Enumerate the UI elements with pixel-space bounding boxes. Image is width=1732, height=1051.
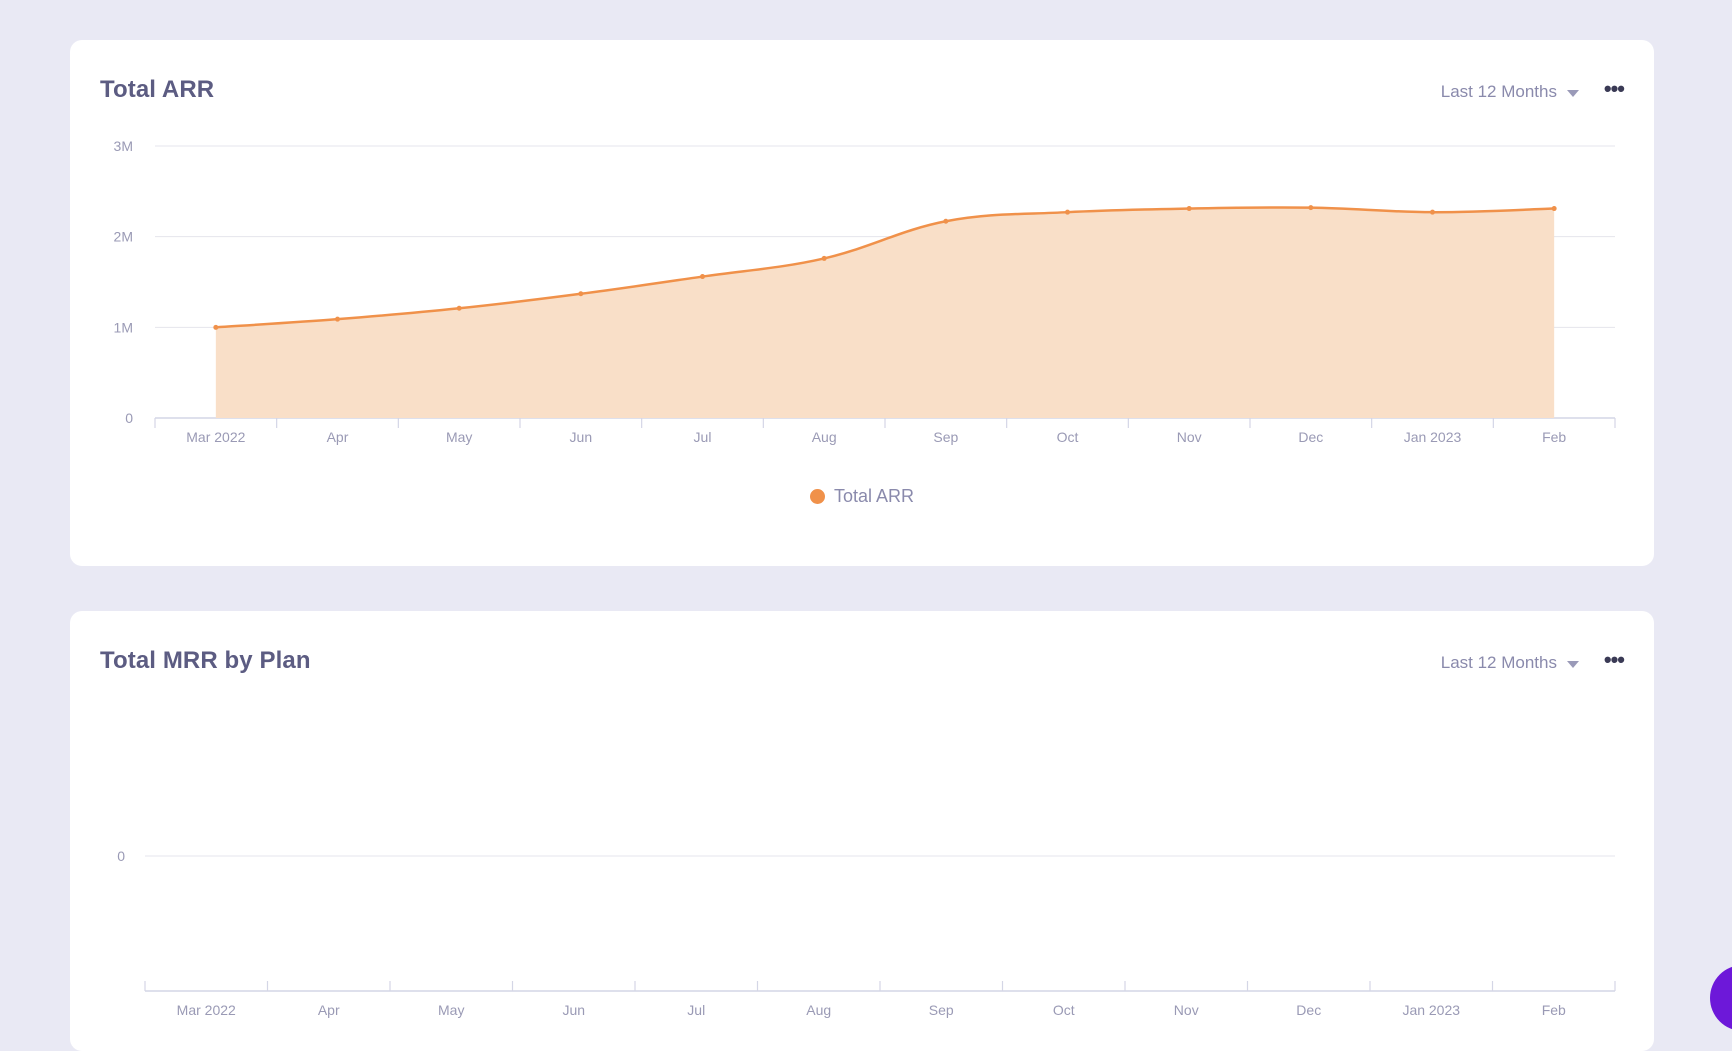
x-tick-label: May	[446, 429, 472, 445]
x-tick-label: Apr	[327, 429, 349, 445]
x-tick-label: Feb	[1542, 429, 1566, 445]
data-point	[1186, 206, 1192, 212]
x-tick-label: Aug	[812, 429, 837, 445]
legend-label-total-arr: Total ARR	[833, 486, 915, 506]
data-point	[1551, 206, 1557, 212]
y-tick-label: 3M	[114, 138, 133, 154]
total-arr-card: Total ARR Last 12 Months ••• 0 1M 2M 3M Mar …	[70, 40, 1654, 566]
x-tick-label: Jul	[694, 429, 712, 445]
y-tick-label: 0	[125, 410, 133, 426]
x-tick-label: Mar 2022	[186, 429, 245, 445]
y-tick-label: 0	[117, 848, 125, 864]
data-point	[821, 255, 827, 261]
y-tick-label: 2M	[114, 229, 133, 245]
legend-dot-total-arr	[809, 489, 825, 504]
x-tick-label: Jun	[570, 429, 593, 445]
data-point	[943, 218, 949, 224]
data-point	[1430, 209, 1435, 215]
mrr-bar-chart: 0Mar 2022 Apr May Jun Jul Aug Sep Oct Nov Dec Jan …	[117, 848, 1616, 1018]
data-point	[700, 274, 705, 280]
data-point	[578, 291, 584, 297]
data-point	[213, 324, 219, 330]
total-mrr-by-plan-card: Total MRR by Plan Last 12 Months ••• 0 Ma…	[70, 611, 1654, 1051]
arr-legend[interactable]: Total ARR	[70, 486, 1654, 507]
x-tick-label: Nov	[1177, 429, 1202, 445]
x-tick-label: Sep	[933, 429, 958, 445]
data-point	[1065, 209, 1070, 215]
chat-launcher-button[interactable]	[1710, 965, 1732, 1031]
data-point	[1308, 205, 1314, 211]
data-point	[335, 316, 340, 322]
data-point	[456, 305, 462, 311]
x-tick-label: Dec	[1298, 429, 1323, 445]
x-tick-label: Oct	[1057, 429, 1079, 445]
y-tick-label: 1M	[114, 319, 133, 335]
x-tick-label: Jan 2023	[1404, 429, 1462, 445]
